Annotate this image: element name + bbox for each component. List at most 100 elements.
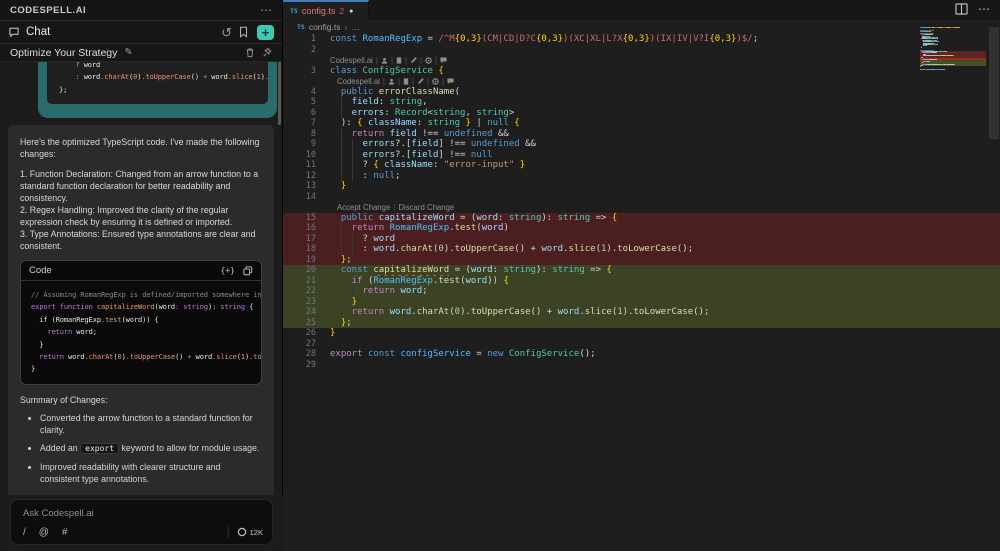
code-line[interactable]: 26}: [283, 328, 1000, 339]
codelens-row[interactable]: Codespell.ai | | | | |: [283, 55, 1000, 66]
code-lines[interactable]: 1 const RomanRegExp = /^M{0,3}(CM|CD|D?C{…: [283, 34, 1000, 370]
history-icon[interactable]: ↺: [221, 26, 232, 39]
gear-icon[interactable]: [432, 78, 439, 85]
sidebar-scrollbar-thumb[interactable]: [278, 62, 281, 125]
code-line[interactable]: 29: [283, 360, 1000, 371]
comment-icon[interactable]: [447, 78, 454, 85]
token-ring-icon: [237, 527, 247, 537]
code-line[interactable]: 14: [283, 192, 1000, 203]
code-line[interactable]: 12 : null;: [283, 170, 1000, 181]
code-line[interactable]: 27: [283, 339, 1000, 350]
chat-tab-label[interactable]: Chat: [26, 26, 215, 38]
code-line[interactable]: 19 };: [283, 254, 1000, 265]
comment-icon[interactable]: [440, 57, 447, 64]
indent-guide: [340, 233, 342, 244]
indent-guide: [351, 149, 353, 160]
insert-code-icon[interactable]: {+}: [221, 266, 235, 275]
code-line[interactable]: 18 : word.charAt(0).toUpperCase() + word…: [283, 244, 1000, 255]
new-chat-button[interactable]: +: [257, 24, 274, 40]
copy-icon[interactable]: [243, 265, 253, 276]
prompt-input[interactable]: Ask Codespell.ai / @ # | 12K: [10, 499, 273, 545]
code-line[interactable]: 25 };: [283, 317, 1000, 328]
breadcrumb[interactable]: TS config.ts › …: [297, 21, 360, 33]
code-text: public errorClassName(: [330, 86, 461, 97]
pin-icon[interactable]: [262, 47, 272, 58]
pencil-icon[interactable]: [410, 56, 417, 64]
ai-avatar-icon[interactable]: [388, 78, 395, 85]
code-line[interactable]: 16 return RomanRegExp.test(word): [283, 223, 1000, 234]
summary-bullet: Converted the arrow function to a standa…: [40, 412, 262, 436]
code-line[interactable]: 9 errors?.[field] !== undefined &&: [283, 139, 1000, 150]
session-toolbar: Optimize Your Strategy ✎: [0, 44, 282, 62]
ai-avatar-icon[interactable]: [381, 57, 388, 64]
code-line[interactable]: 2: [283, 45, 1000, 56]
code-line[interactable]: 7 ): { className: string } | null {: [283, 118, 1000, 129]
minimap-line: [921, 46, 922, 48]
line-number: 3: [310, 65, 316, 76]
trash-icon[interactable]: [245, 47, 255, 58]
gear-icon[interactable]: [425, 57, 432, 64]
code-line[interactable]: 15 public capitalizeWord = (word: string…: [283, 212, 1000, 223]
line-number: 9: [310, 139, 316, 150]
code-line[interactable]: 4 public errorClassName(: [283, 87, 1000, 98]
breadcrumb-file[interactable]: config.ts: [309, 22, 341, 32]
user-code-block: ? word : word.charAt(0).toUpperCase() + …: [47, 62, 268, 104]
codelens-row[interactable]: Accept Change | Discard Change: [283, 202, 1000, 213]
accept-change-link[interactable]: Accept Change: [337, 203, 390, 212]
breadcrumb-symbol[interactable]: …: [351, 22, 360, 32]
mention-icon[interactable]: @: [39, 527, 49, 538]
slash-command-icon[interactable]: /: [23, 527, 26, 538]
line-number: 21: [305, 275, 316, 286]
edit-session-icon[interactable]: ✎: [124, 47, 132, 58]
line-number: 16: [305, 223, 316, 234]
line-number: 8: [310, 128, 316, 139]
assistant-points: 1. Function Declaration: Changed from an…: [20, 168, 262, 252]
code-line[interactable]: 10 errors?.[field] !== null: [283, 149, 1000, 160]
code-card-body: // Assuming RomanRegExp is defined/impor…: [21, 281, 261, 384]
code-line[interactable]: 5 field: string,: [283, 97, 1000, 108]
codelens-codespell-link[interactable]: Codespell.ai: [337, 77, 380, 86]
code-line[interactable]: 8 return field !== undefined &&: [283, 128, 1000, 139]
code-text: : null;: [330, 170, 400, 181]
code-line[interactable]: 28 export const configService = new Confi…: [283, 349, 1000, 360]
code-line[interactable]: 24 return word.charAt(0).toUpperCase() +…: [283, 307, 1000, 318]
code-line[interactable]: 13 }: [283, 181, 1000, 192]
code-line[interactable]: 22 return word;: [283, 286, 1000, 297]
code-line[interactable]: 23 }: [283, 296, 1000, 307]
indent-guide: [351, 244, 353, 255]
code-line[interactable]: 3 class ConfigService {: [283, 66, 1000, 77]
codelens-row[interactable]: Codespell.ai | | | | |: [283, 76, 1000, 87]
codelens-codespell-link[interactable]: Codespell.ai: [330, 56, 373, 65]
editor-scrollbar-thumb[interactable]: [989, 27, 999, 139]
code-line[interactable]: 21 if (RomanRegExp.test(word)) {: [283, 275, 1000, 286]
assistant-code-card: Code {+} // Assuming RomanRegExp is defi…: [20, 260, 262, 385]
context-tag-icon[interactable]: #: [62, 527, 68, 538]
prompt-toolbar: / @ # | 12K: [23, 526, 263, 538]
code-line[interactable]: 17 ? word: [283, 233, 1000, 244]
tab-config-ts[interactable]: TS config.ts 2 ●: [283, 0, 369, 20]
indent-guide: [351, 170, 353, 181]
sidebar-title: CODESPELL.AI: [10, 4, 87, 16]
code-line[interactable]: 20 const capitalizeWord = (word: string)…: [283, 265, 1000, 276]
code-editor: TS config.ts 2 ● ⋯ TS config.ts › … 1 con…: [283, 0, 1000, 551]
minimap-line: [921, 64, 922, 66]
editor-more-icon[interactable]: ⋯: [978, 3, 990, 15]
bookmark-icon[interactable]: [238, 26, 249, 38]
chat-message-list[interactable]: ? word : word.charAt(0).toUpperCase() + …: [0, 62, 282, 496]
unsaved-dot-icon[interactable]: ●: [349, 8, 353, 15]
line-number: 22: [305, 286, 316, 297]
doc-icon[interactable]: [403, 78, 409, 85]
code-line[interactable]: 1 const RomanRegExp = /^M{0,3}(CM|CD|D?C{…: [283, 34, 1000, 45]
discard-change-link[interactable]: Discard Change: [398, 203, 454, 212]
sidebar-more-icon[interactable]: ⋯: [260, 4, 272, 16]
minimap[interactable]: [920, 27, 986, 77]
pencil-icon[interactable]: [417, 77, 424, 85]
line-number: 10: [305, 149, 316, 160]
line-number: 5: [310, 97, 316, 108]
code-line[interactable]: 6 errors: Record<string, string>: [283, 107, 1000, 118]
code-line[interactable]: 11 ? { className: "error-input" }: [283, 160, 1000, 171]
split-editor-icon[interactable]: [955, 3, 968, 15]
code-text: }: [330, 181, 347, 191]
code-text: errors: Record<string, string>: [330, 107, 515, 118]
doc-icon[interactable]: [396, 57, 402, 64]
